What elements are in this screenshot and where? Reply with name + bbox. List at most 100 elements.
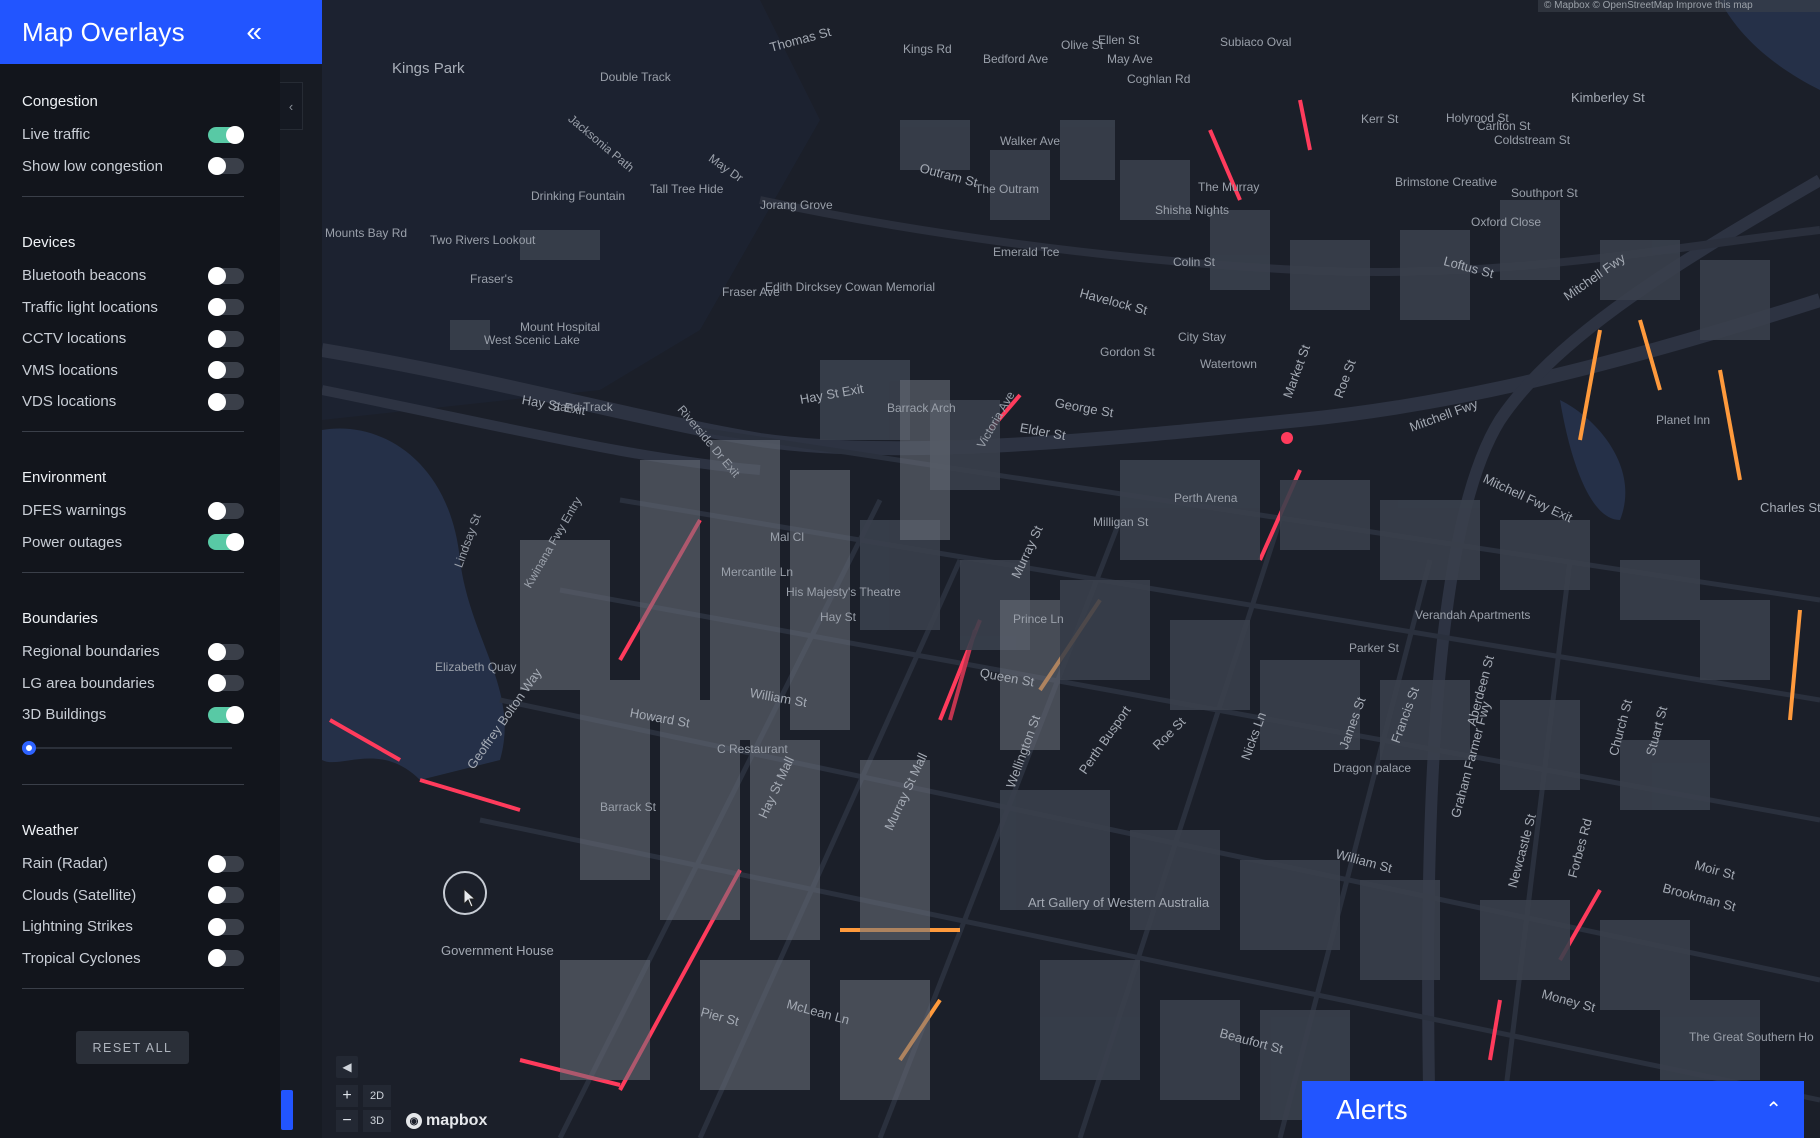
map-label: Emerald Tce	[993, 245, 1060, 259]
toggle-row-3d-buildings[interactable]: 3D Buildings	[22, 699, 244, 731]
map-label: Mal Cl	[770, 530, 805, 544]
map-label: Howard St	[628, 705, 692, 731]
toggle-knob	[208, 298, 226, 317]
dfes-warnings-toggle[interactable]	[208, 501, 244, 520]
map-label: Brookman St	[1661, 880, 1738, 915]
vms-locations-toggle[interactable]	[208, 361, 244, 380]
toggle-knob	[208, 917, 226, 936]
map-label: Jacksonia Path	[565, 111, 637, 175]
lg-area-boundaries-toggle[interactable]	[208, 674, 244, 693]
map-label: Forbes Rd	[1564, 816, 1595, 880]
map-label: Geoffrey Bolton Way	[463, 665, 545, 772]
map-label: Pier St	[699, 1004, 741, 1029]
toggle-row-tropical-cyclones[interactable]: Tropical Cyclones	[22, 943, 244, 975]
map-attribution[interactable]: © Mapbox © OpenStreetMap Improve this ma…	[1538, 0, 1820, 12]
lightning-strikes-toggle[interactable]	[208, 917, 244, 936]
gutter-handle[interactable]: ‹	[280, 82, 303, 130]
map-label: Southport St	[1511, 186, 1578, 200]
zoom-in-button[interactable]: +	[336, 1085, 358, 1107]
toggle-label: Lightning Strikes	[22, 918, 133, 936]
toggle-knob	[208, 674, 226, 693]
map-label: Subiaco Oval	[1220, 35, 1292, 49]
map-label: Charles St	[1760, 500, 1820, 515]
map-label: Colin St	[1173, 255, 1216, 269]
toggle-row-dfes-warnings[interactable]: DFES warnings	[22, 495, 244, 527]
slider-thumb[interactable]	[22, 741, 36, 755]
section-devices: Devices Bluetooth beacons Traffic light …	[22, 233, 244, 418]
3d-mode-button[interactable]: 3D	[363, 1110, 391, 1132]
map-label: Stuart St	[1642, 704, 1671, 758]
vds-locations-toggle[interactable]	[208, 392, 244, 411]
toggle-row-show-low-congestion[interactable]: Show low congestion	[22, 151, 244, 183]
map-label: Victoria Ave	[973, 388, 1018, 451]
toggle-row-cctv-locations[interactable]: CCTV locations	[22, 323, 244, 355]
map-label: Coldstream St	[1494, 133, 1571, 147]
toggle-row-live-traffic[interactable]: Live traffic	[22, 119, 244, 151]
map-label: Moir St	[1693, 857, 1737, 883]
show-low-congestion-toggle[interactable]	[208, 157, 244, 176]
map-label: May Ave	[1107, 52, 1153, 66]
map-label: Drinking Fountain	[531, 189, 626, 203]
mapbox-icon: ◉	[406, 1113, 422, 1129]
map-label: Barrack Arch	[887, 401, 956, 415]
reset-all-button[interactable]: RESET ALL	[76, 1031, 189, 1064]
map-label: Parker St	[1349, 641, 1400, 655]
expand-up-icon: ⌃	[1765, 1099, 1782, 1121]
toggle-label: Regional boundaries	[22, 643, 160, 661]
toggle-row-clouds-satellite[interactable]: Clouds (Satellite)	[22, 880, 244, 912]
toggle-label: Show low congestion	[22, 157, 163, 175]
mapbox-logo[interactable]: ◉ mapbox	[406, 1112, 487, 1130]
divider	[22, 988, 244, 989]
toggle-row-lightning-strikes[interactable]: Lightning Strikes	[22, 911, 244, 943]
map-label: Kings Rd	[903, 42, 952, 56]
toggle-label: DFES warnings	[22, 502, 127, 520]
alerts-panel-toggle[interactable]: Alerts ⌃	[1302, 1081, 1804, 1138]
rain-radar-toggle[interactable]	[208, 854, 244, 873]
map-label: Watertown	[1200, 357, 1257, 371]
map-label: Kerr St	[1361, 112, 1399, 126]
toggle-row-vds-locations[interactable]: VDS locations	[22, 386, 244, 418]
map-label: James St	[1335, 695, 1369, 752]
zoom-out-button[interactable]: −	[336, 1110, 358, 1132]
cctv-locations-toggle[interactable]	[208, 329, 244, 348]
toggle-row-bluetooth-beacons[interactable]: Bluetooth beacons	[22, 260, 244, 292]
power-outages-toggle[interactable]	[208, 533, 244, 552]
toggle-label: 3D Buildings	[22, 706, 107, 724]
traffic-light-locations-toggle[interactable]	[208, 298, 244, 317]
map-label: C Restaurant	[717, 742, 788, 756]
regional-boundaries-toggle[interactable]	[208, 642, 244, 661]
map-label: Mitchell Fwy	[1407, 395, 1480, 435]
map-label: Brimstone Creative	[1395, 175, 1498, 189]
map-label: Jorang Grove	[760, 198, 833, 212]
tropical-cyclones-toggle[interactable]	[208, 949, 244, 968]
live-traffic-toggle[interactable]	[208, 125, 244, 144]
map-label: Mitchell Fwy	[1560, 250, 1628, 304]
section-title: Congestion	[22, 93, 98, 110]
toggle-row-rain-radar[interactable]: Rain (Radar)	[22, 848, 244, 880]
toggle-row-regional-boundaries[interactable]: Regional boundaries	[22, 636, 244, 668]
map-controls-collapse-button[interactable]: ◀	[336, 1056, 358, 1078]
map-label: Francis St	[1387, 684, 1423, 746]
toggle-row-lg-area-boundaries[interactable]: LG area boundaries	[22, 668, 244, 700]
clouds-satellite-toggle[interactable]	[208, 886, 244, 905]
map-label: Carlton St	[1477, 119, 1531, 133]
3d-buildings-opacity-slider[interactable]	[22, 740, 232, 756]
collapse-panel-button[interactable]: «	[246, 18, 262, 46]
2d-mode-button[interactable]: 2D	[363, 1085, 391, 1107]
toggle-label: VMS locations	[22, 361, 118, 379]
toggle-row-power-outages[interactable]: Power outages	[22, 527, 244, 559]
map-label: Roe St	[1330, 357, 1359, 401]
map-label: The Outram	[975, 182, 1040, 196]
3d-buildings-toggle[interactable]	[208, 705, 244, 724]
map-label: Shisha Nights	[1155, 203, 1230, 217]
slider-track[interactable]	[22, 747, 232, 749]
toggle-row-vms-locations[interactable]: VMS locations	[22, 355, 244, 387]
toggle-label: LG area boundaries	[22, 674, 155, 692]
section-title: Boundaries	[22, 610, 98, 627]
mouse-cursor-icon	[463, 888, 477, 908]
bluetooth-beacons-toggle[interactable]	[208, 266, 244, 285]
divider	[22, 431, 244, 432]
toggle-row-traffic-light-locations[interactable]: Traffic light locations	[22, 292, 244, 324]
map-label: Loftus St	[1442, 253, 1496, 282]
map-label: McLean Ln	[785, 996, 852, 1028]
